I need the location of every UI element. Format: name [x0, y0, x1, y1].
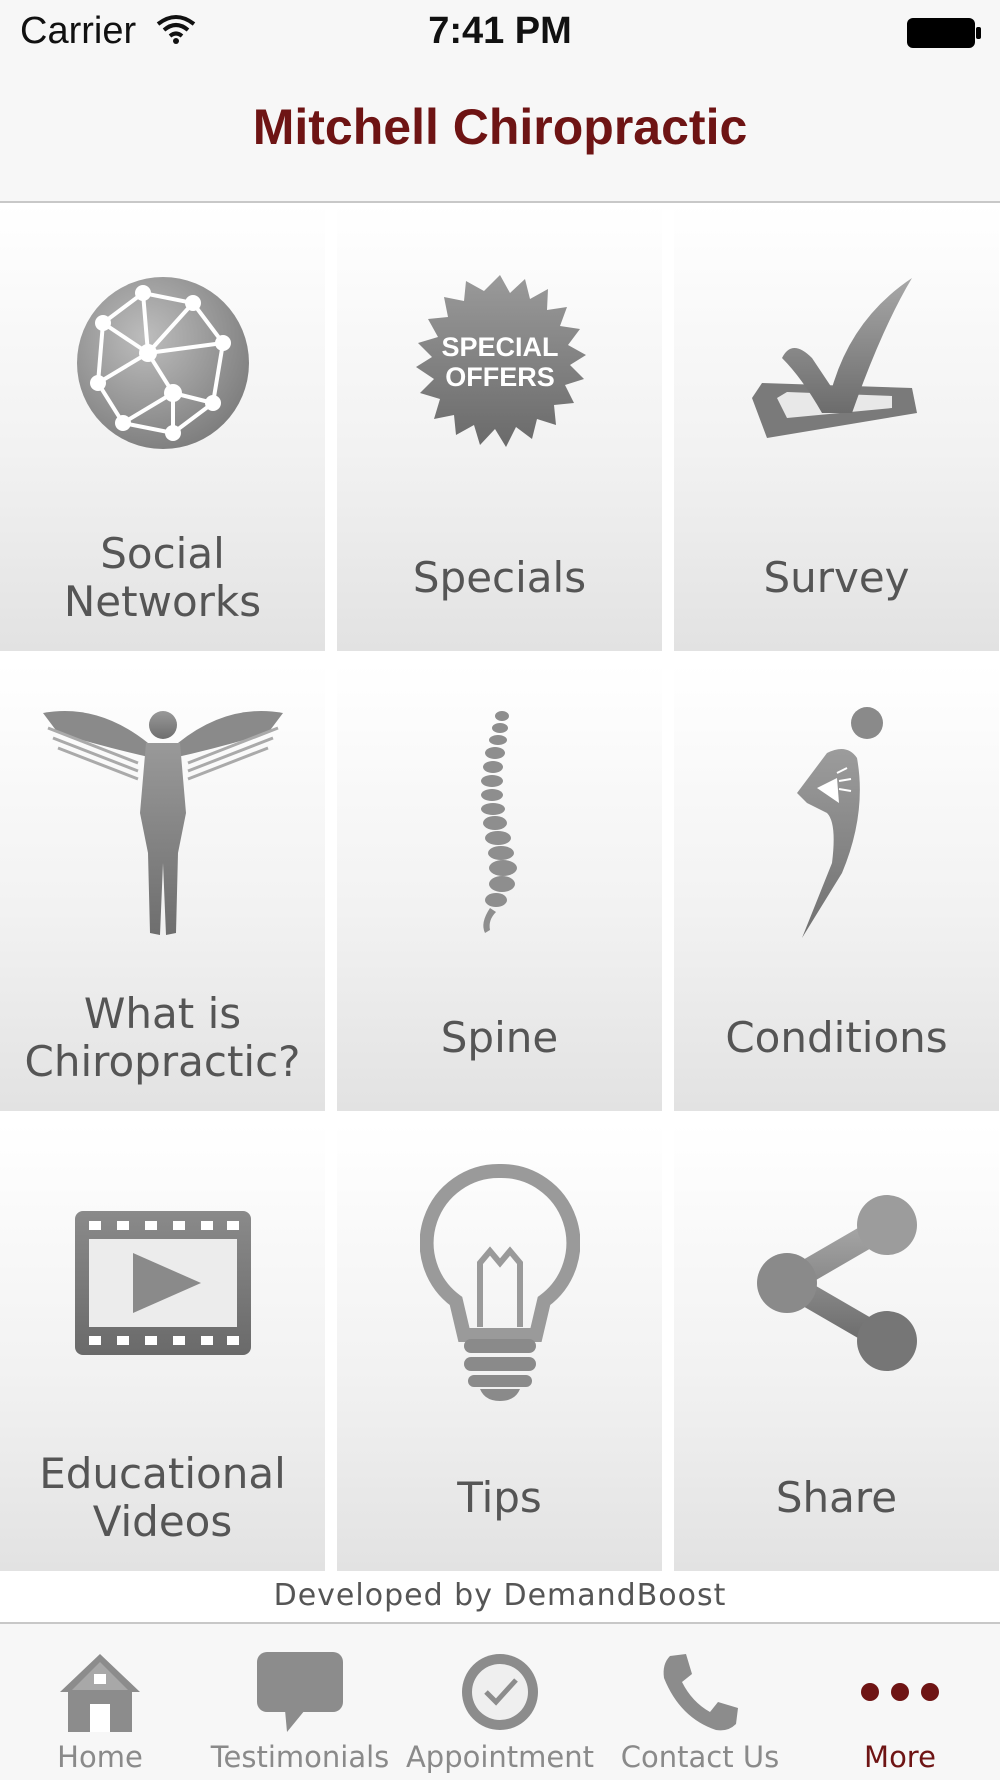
- badge-text-2: OFFERS: [445, 362, 555, 392]
- tile-share[interactable]: Share: [674, 1123, 999, 1571]
- tile-label: Share: [775, 1473, 898, 1522]
- app-title: Mitchell Chiropractic: [252, 99, 748, 155]
- home-icon: [60, 1654, 140, 1732]
- tile-educational-videos[interactable]: Educational Videos: [0, 1123, 325, 1571]
- tile-label: What is Chiropractic?: [24, 989, 301, 1086]
- tile-specials[interactable]: SPECIAL OFFERS Specials: [337, 203, 662, 651]
- light-bulb-icon: [419, 1163, 580, 1401]
- checkmark-box-icon: [751, 278, 917, 438]
- badge-text-1: SPECIAL: [441, 332, 558, 362]
- tab-appointment[interactable]: Appointment: [400, 1624, 600, 1780]
- tile-label: Tips: [457, 1473, 542, 1522]
- tab-more[interactable]: More: [800, 1624, 1000, 1780]
- tab-home[interactable]: Home: [0, 1624, 200, 1780]
- tile-conditions[interactable]: Conditions: [674, 663, 999, 1111]
- tile-label: Specials: [412, 553, 587, 602]
- nav-bar: Mitchell Chiropractic: [0, 66, 1000, 203]
- status-bar: Carrier 7:41 PM: [0, 0, 1000, 66]
- tab-label: Home: [57, 1740, 143, 1774]
- clock-check-icon: [462, 1654, 538, 1730]
- globe-network-icon: [76, 277, 249, 449]
- tile-label: Educational Videos: [39, 1449, 286, 1546]
- winged-figure-icon: [42, 711, 283, 935]
- battery-icon: [907, 18, 981, 48]
- tile-label: Conditions: [725, 1013, 948, 1062]
- clock: 7:41 PM: [428, 10, 572, 52]
- speech-bubble-icon: [257, 1652, 343, 1732]
- tile-spine[interactable]: Spine: [337, 663, 662, 1111]
- tile-tips[interactable]: Tips: [337, 1123, 662, 1571]
- tab-contact-us[interactable]: Contact Us: [600, 1624, 800, 1780]
- tile-label: Social Networks: [63, 529, 262, 626]
- tile-survey[interactable]: Survey: [674, 203, 999, 651]
- tab-label: Contact Us: [620, 1740, 780, 1774]
- tab-bar: Home Testimonials Appointment Contact Us: [0, 1622, 1000, 1780]
- spine-icon: [480, 711, 517, 933]
- film-play-icon: [74, 1211, 251, 1355]
- tab-label: Appointment: [405, 1740, 595, 1774]
- tile-label: Survey: [763, 553, 910, 602]
- tile-what-is-chiropractic[interactable]: What is Chiropractic?: [0, 663, 325, 1111]
- special-offers-badge-icon: SPECIAL OFFERS: [415, 275, 586, 447]
- tile-social-networks[interactable]: Social Networks: [0, 203, 325, 651]
- back-pain-figure-icon: [796, 707, 883, 938]
- menu-grid: Social Networks SPECIAL OFFERS Specials …: [0, 203, 1000, 1573]
- tile-label: Spine: [440, 1013, 559, 1062]
- developer-credit: Developed by DemandBoost: [273, 1578, 727, 1613]
- share-icon: [756, 1195, 917, 1371]
- tab-label: More: [864, 1740, 936, 1774]
- more-dots-icon: [861, 1683, 939, 1701]
- phone-icon: [663, 1654, 738, 1731]
- tab-testimonials[interactable]: Testimonials: [200, 1624, 400, 1780]
- tab-label: Testimonials: [210, 1740, 390, 1774]
